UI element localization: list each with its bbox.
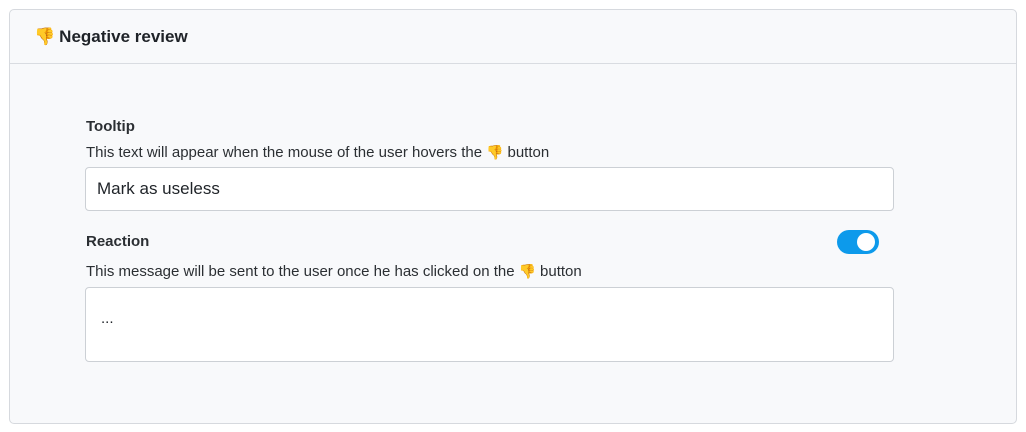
thumbs-down-icon: 👎 (486, 144, 504, 160)
tooltip-help-text: This text will appear when the mouse of … (86, 144, 549, 161)
reaction-message-textarea[interactable]: ... (85, 287, 894, 362)
reaction-label: Reaction (86, 233, 150, 250)
thumbs-down-icon: 👎 (518, 263, 537, 279)
tooltip-label: Tooltip (86, 118, 135, 135)
reaction-help-text: This message will be sent to the user on… (86, 263, 582, 280)
reaction-help-before: This message will be sent to the user on… (86, 263, 515, 280)
card-header: 👎 Negative review (10, 10, 1016, 64)
reaction-toggle[interactable] (837, 230, 879, 254)
tooltip-input[interactable] (85, 167, 894, 211)
thumbs-down-icon: 👎 (34, 27, 56, 46)
card-title: Negative review (59, 26, 188, 46)
tooltip-help-after: button (507, 144, 550, 161)
tooltip-help-before: This text will appear when the mouse of … (86, 144, 483, 161)
toggle-knob (857, 233, 875, 251)
reaction-help-after: button (540, 263, 582, 280)
negative-review-card: 👎 Negative review Tooltip This text will… (9, 9, 1017, 424)
